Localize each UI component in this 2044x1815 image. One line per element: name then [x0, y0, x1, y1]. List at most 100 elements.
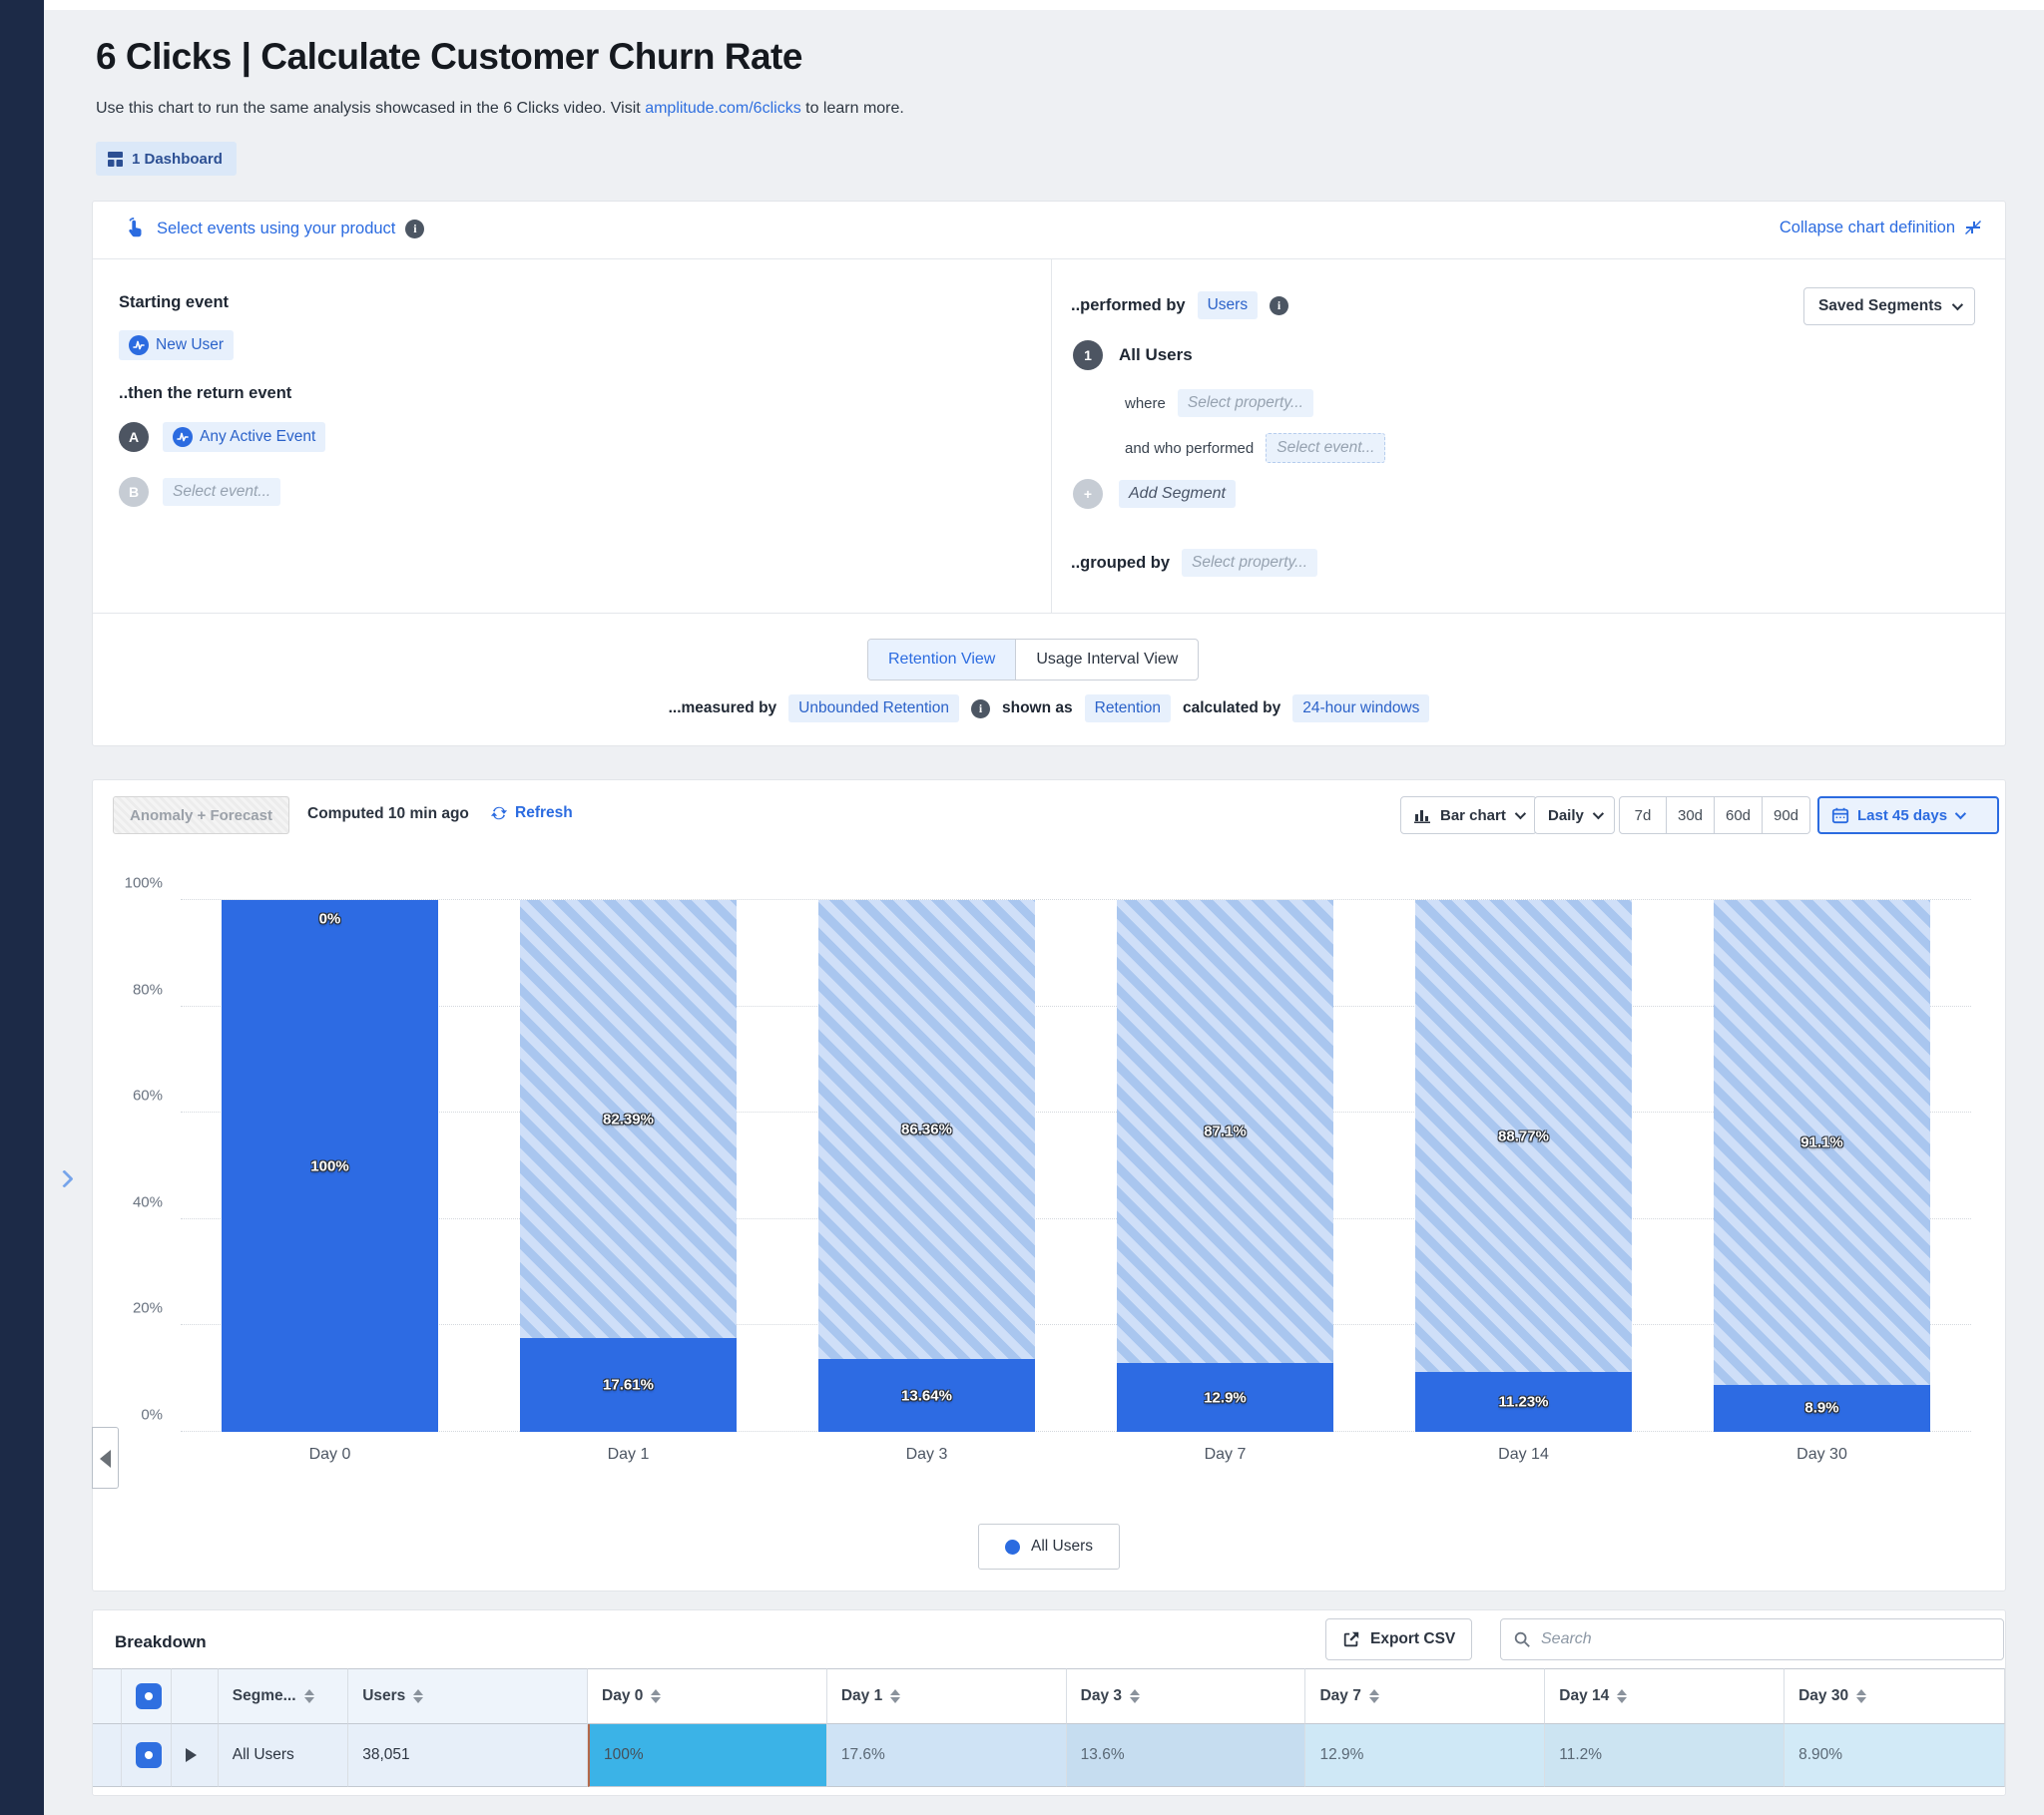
chart-type-dropdown[interactable]: Bar chart	[1400, 796, 1537, 834]
table-header-day-14[interactable]: Day 14	[1545, 1668, 1785, 1724]
row-select-toggle-icon[interactable]	[136, 1683, 162, 1709]
segment-name[interactable]: All Users	[1119, 345, 1193, 365]
return-event-b-select[interactable]: Select event...	[163, 478, 280, 506]
cell-segment[interactable]: All Users	[219, 1724, 348, 1787]
info-icon[interactable]: i	[1270, 296, 1288, 315]
where-property-select[interactable]: Select property...	[1178, 389, 1313, 417]
dashboard-count-badge[interactable]: 1 Dashboard	[96, 142, 237, 176]
sort-icon[interactable]	[1130, 1689, 1140, 1703]
cell-day-value[interactable]: 8.90%	[1785, 1724, 2005, 1787]
plus-icon[interactable]: +	[1073, 479, 1103, 509]
chevron-down-icon	[1952, 299, 1963, 310]
shown-as-chip[interactable]: Retention	[1085, 694, 1171, 722]
dashboard-grid-icon	[107, 151, 124, 168]
expand-sidebar-chevron-icon[interactable]	[54, 1169, 76, 1191]
sort-icon[interactable]	[304, 1689, 314, 1703]
column-header-label: Day 7	[1319, 1687, 1360, 1705]
saved-segments-button[interactable]: Saved Segments	[1803, 287, 1975, 325]
info-icon[interactable]: i	[405, 220, 424, 238]
bar-label-retained: 11.23%	[1415, 1394, 1632, 1411]
table-row: All Users38,051100%17.6%13.6%12.9%11.2%8…	[93, 1724, 2005, 1787]
bar-label-churned: 0%	[222, 910, 438, 927]
measured-by-label: ...measured by	[669, 699, 777, 717]
header-spacer-cell	[93, 1668, 122, 1724]
calendar-icon	[1831, 806, 1849, 824]
y-axis-label: 0%	[93, 1407, 163, 1424]
event-logo-icon	[129, 335, 149, 355]
export-csv-button[interactable]: Export CSV	[1325, 1618, 1472, 1660]
row-select-cell[interactable]	[122, 1724, 172, 1787]
cell-day-value[interactable]: 17.6%	[827, 1724, 1067, 1787]
table-header-users[interactable]: Users	[348, 1668, 588, 1724]
event-marker-a: A	[119, 422, 149, 452]
left-nav-rail[interactable]	[0, 0, 44, 1815]
header-select-cell[interactable]	[122, 1668, 172, 1724]
sort-icon[interactable]	[651, 1689, 661, 1703]
table-header-day-30[interactable]: Day 30	[1785, 1668, 2005, 1724]
chart-left-collapse-handle[interactable]	[92, 1427, 119, 1489]
measured-by-row: ...measured by Unbounded Retention i sho…	[93, 694, 2005, 722]
calculated-by-chip[interactable]: 24-hour windows	[1292, 694, 1429, 722]
cell-day-value[interactable]: 13.6%	[1067, 1724, 1306, 1787]
select-events-link[interactable]: Select events using your product i	[125, 218, 424, 239]
legend-item-all-users[interactable]: All Users	[978, 1524, 1120, 1570]
table-header-segme-[interactable]: Segme...	[219, 1668, 348, 1724]
tab-retention-view[interactable]: Retention View	[868, 640, 1015, 680]
measured-by-chip[interactable]: Unbounded Retention	[788, 694, 959, 722]
info-icon[interactable]: i	[971, 699, 990, 718]
legend-label: All Users	[1031, 1538, 1093, 1556]
date-range-label: Last 45 days	[1857, 807, 1947, 824]
row-expand-cell[interactable]	[172, 1724, 219, 1787]
table-header-row: Segme...Users Day 0 Day 1Day 3 Day 7 Day 14 D…	[93, 1668, 2005, 1724]
grid-line	[181, 1218, 1971, 1219]
cell-users[interactable]: 38,051	[348, 1724, 588, 1787]
table-header-day-7[interactable]: Day 7	[1305, 1668, 1545, 1724]
refresh-button[interactable]: Refresh	[490, 804, 573, 822]
range-90d-button[interactable]: 90d	[1763, 796, 1810, 834]
tab-usage-interval-view[interactable]: Usage Interval View	[1015, 640, 1198, 680]
cell-day-value[interactable]: 11.2%	[1545, 1724, 1785, 1787]
collapse-arrows-icon	[1963, 218, 1983, 237]
date-range-button[interactable]: Last 45 days	[1817, 796, 1999, 834]
range-30d-button[interactable]: 30d	[1667, 796, 1715, 834]
range-7d-button[interactable]: 7d	[1619, 796, 1667, 834]
sort-icon[interactable]	[413, 1689, 423, 1703]
table-header-day-3[interactable]: Day 3	[1067, 1668, 1306, 1724]
sort-icon[interactable]	[1369, 1689, 1379, 1703]
chevron-down-icon	[1955, 808, 1966, 819]
search-input[interactable]	[1541, 1630, 1991, 1648]
row-select-toggle-icon[interactable]	[136, 1742, 162, 1768]
starting-event-chip[interactable]: New User	[119, 330, 234, 360]
add-segment-button[interactable]: Add Segment	[1119, 480, 1236, 508]
column-header-label: Day 0	[602, 1687, 643, 1705]
table-header-day-1[interactable]: Day 1	[827, 1668, 1067, 1724]
range-60d-button[interactable]: 60d	[1715, 796, 1763, 834]
retention-chart-card: Anomaly + Forecast Computed 10 min ago R…	[92, 779, 2006, 1591]
column-header-label: Day 14	[1559, 1687, 1609, 1705]
segment-who-performed-row: and who performed Select event...	[1125, 433, 1385, 463]
grid-line	[181, 1431, 1971, 1432]
return-event-row-b: B Select event...	[119, 477, 280, 507]
grouped-by-property-select[interactable]: Select property...	[1182, 549, 1317, 577]
bar-slot: 11.23%88.77%Day 14	[1415, 900, 1632, 1432]
table-header-day-0[interactable]: Day 0	[588, 1668, 827, 1724]
grid-line	[181, 1324, 1971, 1325]
chart-type-label: Bar chart	[1440, 807, 1506, 824]
expand-row-icon[interactable]	[186, 1748, 197, 1762]
sort-icon[interactable]	[1856, 1689, 1866, 1703]
chart-definition-card: Select events using your product i Colla…	[92, 201, 2006, 746]
performed-by-label: ..performed by	[1071, 296, 1186, 315]
grid-line	[181, 1112, 1971, 1113]
sort-icon[interactable]	[1617, 1689, 1627, 1703]
where-label: where	[1125, 395, 1166, 412]
who-performed-event-select[interactable]: Select event...	[1266, 433, 1385, 463]
collapse-chart-definition-link[interactable]: Collapse chart definition	[1780, 218, 1983, 237]
return-event-a-chip[interactable]: Any Active Event	[163, 422, 325, 452]
subtitle-link[interactable]: amplitude.com/6clicks	[645, 100, 801, 117]
performed-by-chip[interactable]: Users	[1198, 291, 1258, 319]
cell-day-value[interactable]: 12.9%	[1305, 1724, 1545, 1787]
sort-icon[interactable]	[890, 1689, 900, 1703]
anomaly-forecast-button[interactable]: Anomaly + Forecast	[113, 796, 289, 834]
cell-day-value[interactable]: 100%	[588, 1724, 827, 1787]
interval-dropdown[interactable]: Daily	[1534, 796, 1615, 834]
